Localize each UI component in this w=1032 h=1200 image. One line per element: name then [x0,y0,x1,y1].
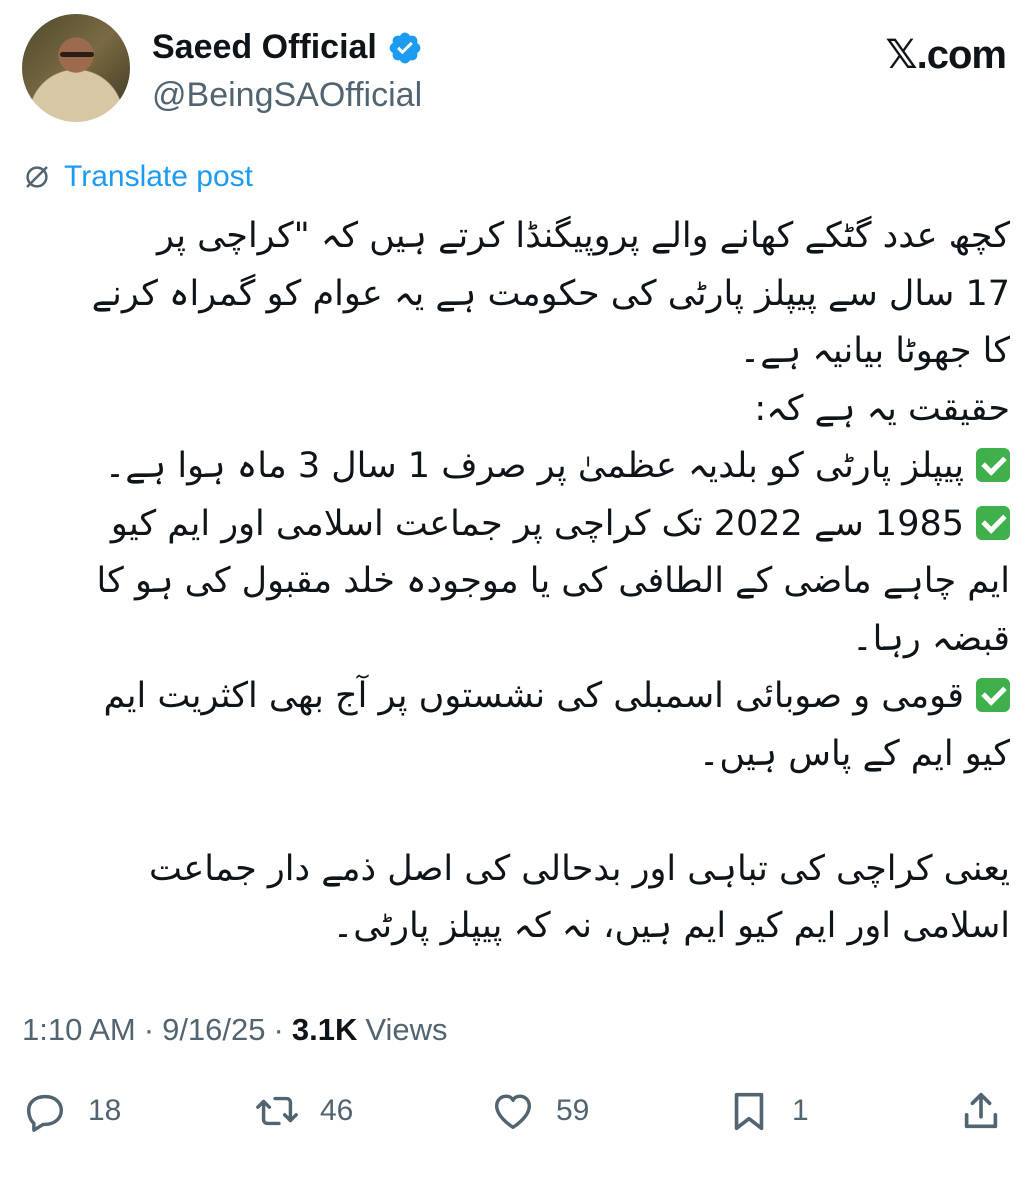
post-text: کچھ عدد گٹکے کھانے والے پروپیگنڈا کرتے ہ… [20,208,1010,956]
translate-icon [26,166,48,188]
post-time[interactable]: 1:10 AM [22,1012,136,1048]
post-date[interactable]: 9/16/25 [162,1012,265,1048]
bookmark-count: 1 [792,1094,809,1127]
reply-icon [26,1094,64,1132]
post-line: قومی و صوبائی اسمبلی کی نشستوں پر آج بھی… [20,668,1010,726]
post-line: پیپلز پارٹی کو بلدیہ عظمیٰ پر صرف 1 سال … [20,438,1010,496]
post-header: Saeed Official @BeingSAOfficial 𝕏.com [22,14,1012,126]
repost-icon [256,1096,298,1126]
check-mark-icon [976,678,1010,712]
check-mark-icon [976,505,1010,540]
post-line: 17 سال سے پیپلز پارٹی کی حکومت ہے یہ عوا… [91,273,1010,314]
post-line: کچھ عدد گٹکے کھانے والے پروپیگنڈا کرتے ہ… [156,216,1010,256]
share-icon [964,1092,998,1129]
share-button[interactable] [958,1088,1004,1134]
post-line-text: قومی و صوبائی اسمبلی کی نشستوں پر آج بھی… [103,676,964,716]
paragraph-break [20,783,1010,841]
meta-separator: · [273,1012,284,1047]
post-line-text: 1985 سے 2022 تک کراچی پر جماعت اسلامی او… [110,503,964,544]
post-line: قبضہ رہا۔ [852,618,1010,659]
repost-button[interactable]: 46 [254,1088,353,1134]
author-display-name[interactable]: Saeed Official [152,28,377,67]
post-line: یعنی کراچی کی تباہی اور بدحالی کی اصل ذم… [148,848,1010,889]
post-actions-bar: 18 46 59 1 [22,1088,1012,1148]
like-button[interactable]: 59 [490,1088,589,1134]
post-line: ایم چاہے ماضی کے الطافی کی یا موجودہ خلد… [96,561,1010,601]
repost-count: 46 [320,1094,354,1127]
views-count[interactable]: 3.1K [292,1012,357,1048]
post-line-text: پیپلز پارٹی کو بلدیہ عظمیٰ پر صرف 1 سال … [104,446,964,486]
author-handle[interactable]: @BeingSAOfficial [152,76,422,115]
post-line: 1985 سے 2022 تک کراچی پر جماعت اسلامی او… [20,496,1010,554]
x-com-logo: 𝕏.com [885,33,1007,77]
meta-separator: · [143,1012,155,1047]
author-name-row: Saeed Official [152,28,423,67]
avatar[interactable] [22,14,130,122]
check-mark-icon [976,448,1010,482]
like-count: 59 [556,1094,590,1127]
post-line: اسلامی اور ایم کیو ایم ہیں، نہ کہ پیپلز … [332,906,1010,946]
reply-count: 18 [88,1094,122,1127]
translate-post-link[interactable]: Translate post [22,160,253,194]
verified-badge-icon [389,32,421,63]
views-label[interactable]: Views [365,1012,447,1048]
post-line: کیو ایم کے پاس ہیں۔ [698,733,1010,774]
reply-button[interactable]: 18 [22,1088,121,1134]
bookmark-icon [734,1092,764,1131]
translate-post-label[interactable]: Translate post [64,160,253,194]
heart-icon [494,1094,532,1130]
post-line: کا جھوٹا بیانیہ ہے۔ [739,331,1010,371]
bookmark-button[interactable]: 1 [726,1088,809,1134]
post-metadata: 1:10 AM · 9/16/25 · 3.1K Views [22,1012,447,1048]
post-line: حقیقت یہ ہے کہ: [754,388,1010,429]
